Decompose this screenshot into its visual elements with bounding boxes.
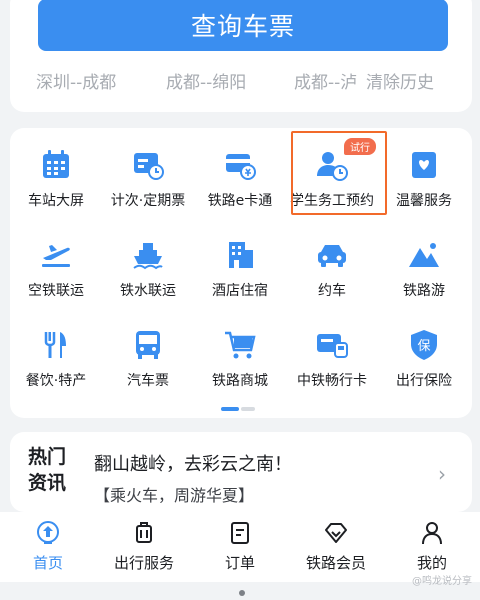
- service-label: 铁路商城: [212, 373, 268, 389]
- cutlery-icon: [44, 332, 66, 358]
- search-history: 深圳--成都 成都--绵阳 成都--泸 清除历史: [36, 62, 456, 98]
- service-air-rail[interactable]: 空铁联运: [10, 218, 102, 304]
- tab-label: 首页: [32, 554, 63, 572]
- service-bus-ticket[interactable]: 汽车票: [102, 308, 194, 394]
- service-label: 车站大屏: [28, 193, 84, 209]
- home-indicator: [239, 590, 245, 596]
- service-station-screen[interactable]: 车站大屏: [10, 128, 102, 214]
- e-card-icon: [226, 154, 256, 180]
- service-periodic-ticket[interactable]: 计次·定期票: [102, 128, 194, 214]
- news-subtitle[interactable]: 【乘火车，周游华夏】: [94, 482, 254, 506]
- query-tickets-button[interactable]: 查询车票: [38, 0, 448, 51]
- clear-history-button[interactable]: 清除历史: [366, 68, 450, 93]
- station-screen-icon: [43, 150, 69, 178]
- service-label: 计次·定期票: [110, 193, 186, 209]
- page-dot-active: [221, 407, 239, 411]
- service-label: 铁路e卡通: [207, 193, 273, 209]
- tab-label: 铁路会员: [305, 554, 366, 572]
- service-label: 出行保险: [396, 373, 452, 389]
- service-label: 酒店住宿: [212, 283, 268, 299]
- mountain-icon: [409, 243, 439, 267]
- service-grid: 车站大屏 计次·定期票 铁路e卡通 学生务工预约 温馨服务 试行 空铁联运 铁水…: [10, 128, 472, 418]
- card-train-icon: [317, 334, 348, 358]
- ticket-calendar-icon: [134, 153, 164, 180]
- hotel-icon: [229, 242, 253, 268]
- news-tag-line: 热门: [28, 446, 67, 468]
- tab-home[interactable]: 首页: [0, 512, 96, 582]
- tab-label: 出行服务: [113, 554, 174, 572]
- service-label: 空铁联运: [28, 283, 84, 299]
- service-label: 汽车票: [127, 373, 169, 389]
- service-rail-travel[interactable]: 铁路游: [378, 218, 470, 304]
- page-dot[interactable]: [241, 407, 255, 411]
- tab-travel-services[interactable]: 出行服务: [96, 512, 192, 582]
- service-label: 中铁畅行卡: [297, 373, 367, 389]
- hot-news-tag: 热门 资讯: [28, 444, 78, 496]
- page-indicator: [221, 407, 255, 411]
- service-label: 约车: [318, 283, 346, 299]
- news-tag-line: 资讯: [28, 472, 67, 494]
- service-e-card[interactable]: 铁路e卡通: [194, 128, 286, 214]
- history-item[interactable]: 成都--绵阳: [166, 68, 294, 93]
- trial-badge: 试行: [344, 138, 376, 155]
- service-warm-service[interactable]: 温馨服务: [378, 128, 470, 214]
- order-doc-icon: [231, 522, 249, 544]
- user-icon: [422, 522, 442, 545]
- chevron-right-icon[interactable]: ›: [438, 462, 446, 486]
- service-food-specialty[interactable]: 餐饮·特产: [10, 308, 102, 394]
- service-rail-water[interactable]: 铁水联运: [102, 218, 194, 304]
- search-card: 查询车票 深圳--成都 成都--绵阳 成都--泸 清除历史: [10, 0, 472, 112]
- tab-orders[interactable]: 订单: [192, 512, 288, 582]
- diamond-icon: [325, 523, 347, 543]
- ship-icon: [133, 243, 163, 270]
- home-train-icon: [37, 521, 59, 544]
- news-title[interactable]: 翻山越岭，去彩云之南！: [94, 450, 292, 476]
- service-ride-hailing[interactable]: 约车: [286, 218, 378, 304]
- service-label: 温馨服务: [396, 193, 452, 209]
- service-label: 餐饮·特产: [25, 373, 87, 389]
- tab-label: 我的: [416, 554, 447, 572]
- service-travel-insurance[interactable]: 保 出行保险: [378, 308, 470, 394]
- bus-icon: [136, 331, 160, 359]
- insurance-shield-icon: 保: [411, 330, 437, 360]
- service-label: 铁水联运: [120, 283, 176, 299]
- luggage-icon: [136, 522, 152, 543]
- plane-icon: [42, 245, 70, 267]
- bottom-tab-bar: 首页 出行服务 订单 铁路会员 我的: [0, 512, 480, 582]
- hot-news-card[interactable]: 热门 资讯 翻山越岭，去彩云之南！ 【乘火车，周游华夏】 ›: [10, 432, 472, 512]
- service-hotel[interactable]: 酒店住宿: [194, 218, 286, 304]
- service-rail-mall[interactable]: 铁路商城: [194, 308, 286, 394]
- watermark: @鸣龙说分享: [412, 576, 472, 587]
- service-railway-pass-card[interactable]: 中铁畅行卡: [286, 308, 378, 394]
- heart-box-icon: [412, 152, 436, 178]
- svg-text:保: 保: [417, 339, 430, 354]
- history-item[interactable]: 成都--泸: [294, 68, 366, 93]
- tab-label: 订单: [224, 554, 255, 572]
- tab-membership[interactable]: 铁路会员: [288, 512, 384, 582]
- cart-icon: [225, 331, 256, 359]
- service-label: 铁路游: [403, 283, 445, 299]
- history-item[interactable]: 深圳--成都: [36, 68, 166, 93]
- car-icon: [318, 245, 346, 267]
